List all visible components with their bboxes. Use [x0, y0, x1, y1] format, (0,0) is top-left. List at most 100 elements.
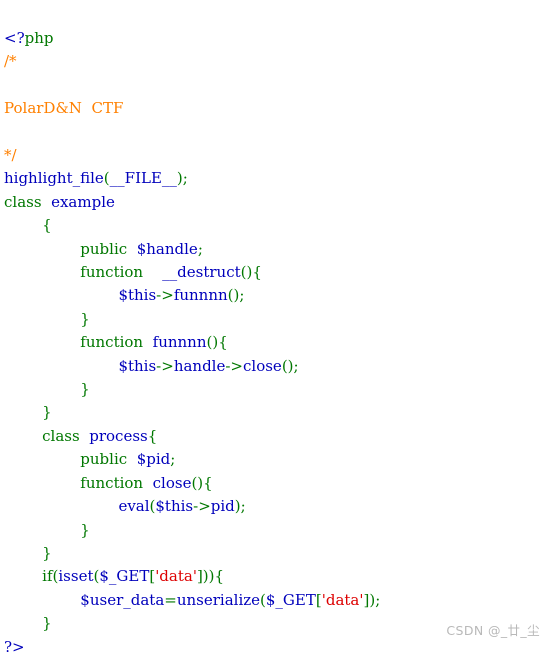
code-token: }	[80, 380, 90, 399]
code-token: class	[4, 192, 42, 211]
code-token: =	[164, 590, 177, 609]
code-line: $this->funnnn();	[4, 284, 549, 307]
code-token: */	[4, 146, 17, 164]
code-token: }	[42, 614, 52, 633]
code-token: if	[42, 567, 53, 586]
code-line: function funnnn(){	[4, 331, 549, 354]
code-token: ->	[156, 286, 174, 305]
code-line: $user_data=unserialize($_GET['data']);	[4, 589, 549, 612]
code-token: isset	[58, 567, 94, 586]
code-line: }	[4, 378, 549, 401]
code-token: $_GET	[265, 590, 316, 609]
code-token: }	[42, 403, 52, 422]
code-line: if(isset($_GET['data'])){	[4, 565, 549, 588]
code-token: /*	[4, 52, 17, 71]
code-line: eval($this->pid);	[4, 495, 549, 518]
code-token: );	[234, 497, 246, 516]
code-token: function	[80, 473, 144, 492]
php-code-listing[interactable]: <?php /* PolarD&N CTF */ highlight_file(__FI…	[0, 15, 549, 665]
code-token: ->	[225, 356, 243, 375]
code-line: }	[4, 542, 549, 565]
code-token: ;	[197, 239, 203, 258]
code-token: close	[152, 473, 192, 492]
code-token: funnnn	[173, 286, 228, 305]
code-token: $this	[118, 286, 157, 305]
code-token: 'data'	[155, 567, 197, 586]
code-token: unserialize	[176, 590, 261, 609]
code-token: __destruct	[162, 263, 241, 282]
code-token: {	[42, 216, 52, 235]
code-token: $user_data	[80, 590, 165, 609]
code-line: ?>	[4, 636, 549, 659]
code-line: public $handle;	[4, 238, 549, 261]
code-token: $this	[155, 497, 194, 516]
code-token: ])){	[196, 567, 225, 586]
code-line: }	[4, 308, 549, 331]
code-token: process	[89, 426, 148, 445]
code-token: handle	[173, 356, 226, 375]
code-token: eval	[118, 497, 150, 516]
code-line: function __destruct(){	[4, 261, 549, 284]
code-token: ]);	[363, 590, 381, 609]
code-line: public $pid;	[4, 448, 549, 471]
code-line: */	[4, 144, 549, 167]
code-line: function close(){	[4, 472, 549, 495]
code-token: (){	[240, 263, 262, 282]
code-token: __FILE__	[109, 169, 177, 188]
code-token: class	[42, 426, 80, 445]
code-token: function	[80, 333, 144, 352]
code-token: highlight_file	[4, 169, 104, 188]
code-line: }	[4, 519, 549, 542]
code-token: ;	[170, 450, 176, 469]
code-line: <?php	[4, 27, 549, 50]
code-token: $_GET	[99, 567, 150, 586]
code-line: $this->handle->close();	[4, 355, 549, 378]
code-line: {	[4, 214, 549, 237]
code-token: (){	[206, 333, 228, 352]
code-token: ();	[281, 356, 299, 375]
code-token: ->	[156, 356, 174, 375]
code-line: class example	[4, 191, 549, 214]
code-line: /*	[4, 50, 549, 73]
code-token: close	[243, 356, 282, 375]
code-token: }	[42, 543, 52, 562]
code-line: highlight_file(__FILE__);	[4, 167, 549, 190]
code-token: $handle	[136, 239, 198, 258]
code-token: public	[80, 239, 128, 258]
code-token: }	[80, 309, 90, 328]
code-token: public	[80, 450, 128, 469]
code-token: $this	[118, 356, 157, 375]
code-token: (){	[191, 473, 213, 492]
code-token: php	[24, 29, 54, 47]
code-token: pid	[210, 497, 235, 516]
code-token: $pid	[136, 450, 171, 469]
code-line: PolarD&N CTF	[4, 97, 549, 120]
code-token: ();	[227, 286, 245, 305]
code-token: );	[176, 169, 188, 188]
code-token: function	[80, 263, 144, 282]
